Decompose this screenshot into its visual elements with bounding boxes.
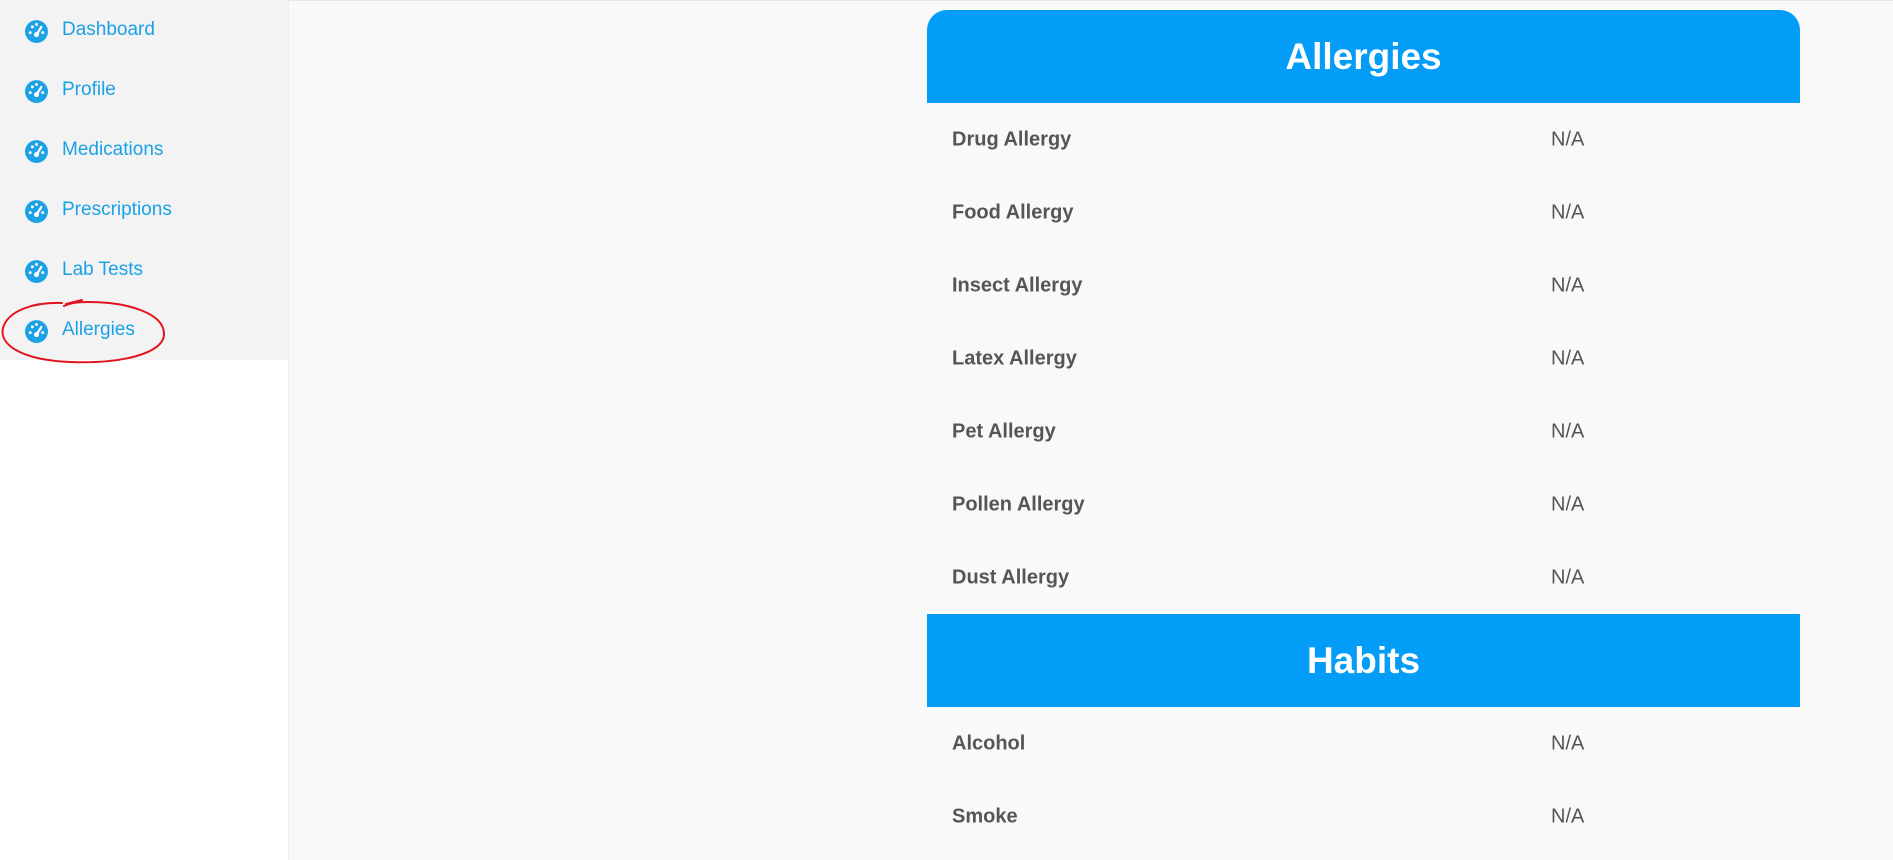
main-content: Allergies Drug Allergy N/A Food Allergy … [288, 0, 1893, 860]
sidebar-item-lab-tests[interactable]: Lab Tests [0, 240, 288, 300]
sidebar-item-label: Allergies [62, 319, 135, 340]
allergy-row: Drug Allergy N/A [927, 103, 1800, 176]
sidebar-item-medications[interactable]: Medications [0, 120, 288, 180]
dashboard-icon [25, 139, 48, 163]
dashboard-icon [25, 19, 48, 43]
allergy-row: Pet Allergy N/A [927, 395, 1800, 468]
row-label: Dust Allergy [952, 566, 1070, 588]
sidebar: Dashboard Profile Medications Prescripti… [0, 0, 288, 364]
row-value: N/A [1551, 732, 1585, 754]
sidebar-item-allergies[interactable]: Allergies [0, 300, 288, 360]
row-label: Alcohol [952, 732, 1026, 754]
row-label: Smoke [952, 805, 1018, 827]
row-value: N/A [1551, 128, 1585, 150]
row-label: Drug Allergy [952, 128, 1072, 150]
sidebar-item-profile[interactable]: Profile [0, 60, 288, 120]
habit-row: Smoke N/A [927, 780, 1800, 853]
habits-header: Habits [927, 614, 1800, 707]
row-label: Insect Allergy [952, 274, 1083, 296]
section-title: Habits [1306, 639, 1421, 681]
allergy-row: Insect Allergy N/A [927, 249, 1800, 322]
sidebar-item-label: Lab Tests [62, 259, 143, 280]
row-value: N/A [1551, 805, 1585, 827]
sidebar-item-prescriptions[interactable]: Prescriptions [0, 180, 288, 240]
sidebar-item-label: Medications [62, 139, 164, 160]
allergies-header: Allergies [927, 10, 1800, 103]
row-value: N/A [1551, 347, 1585, 369]
row-label: Pet Allergy [952, 420, 1056, 442]
sidebar-item-label: Prescriptions [62, 199, 172, 220]
app-window: Dashboard Profile Medications Prescripti… [0, 0, 1893, 860]
section-title: Allergies [1285, 35, 1442, 77]
allergy-row: Food Allergy N/A [927, 176, 1800, 249]
dashboard-icon [25, 79, 48, 103]
sidebar-item-dashboard[interactable]: Dashboard [0, 0, 288, 60]
dashboard-icon [25, 199, 48, 223]
habit-row: Alcohol N/A [927, 707, 1800, 780]
allergy-row: Latex Allergy N/A [927, 322, 1800, 395]
row-value: N/A [1551, 420, 1585, 442]
allergy-row: Pollen Allergy N/A [927, 468, 1800, 541]
row-label: Food Allergy [952, 201, 1074, 223]
row-value: N/A [1551, 493, 1585, 515]
row-label: Pollen Allergy [952, 493, 1085, 515]
sidebar-item-label: Dashboard [62, 19, 155, 40]
row-value: N/A [1551, 201, 1585, 223]
row-label: Latex Allergy [952, 347, 1077, 369]
allergy-row: Dust Allergy N/A [927, 541, 1800, 614]
dashboard-icon [25, 319, 48, 343]
sidebar-item-label: Profile [62, 79, 116, 100]
row-value: N/A [1551, 566, 1585, 588]
dashboard-icon [25, 259, 48, 283]
row-value: N/A [1551, 274, 1585, 296]
